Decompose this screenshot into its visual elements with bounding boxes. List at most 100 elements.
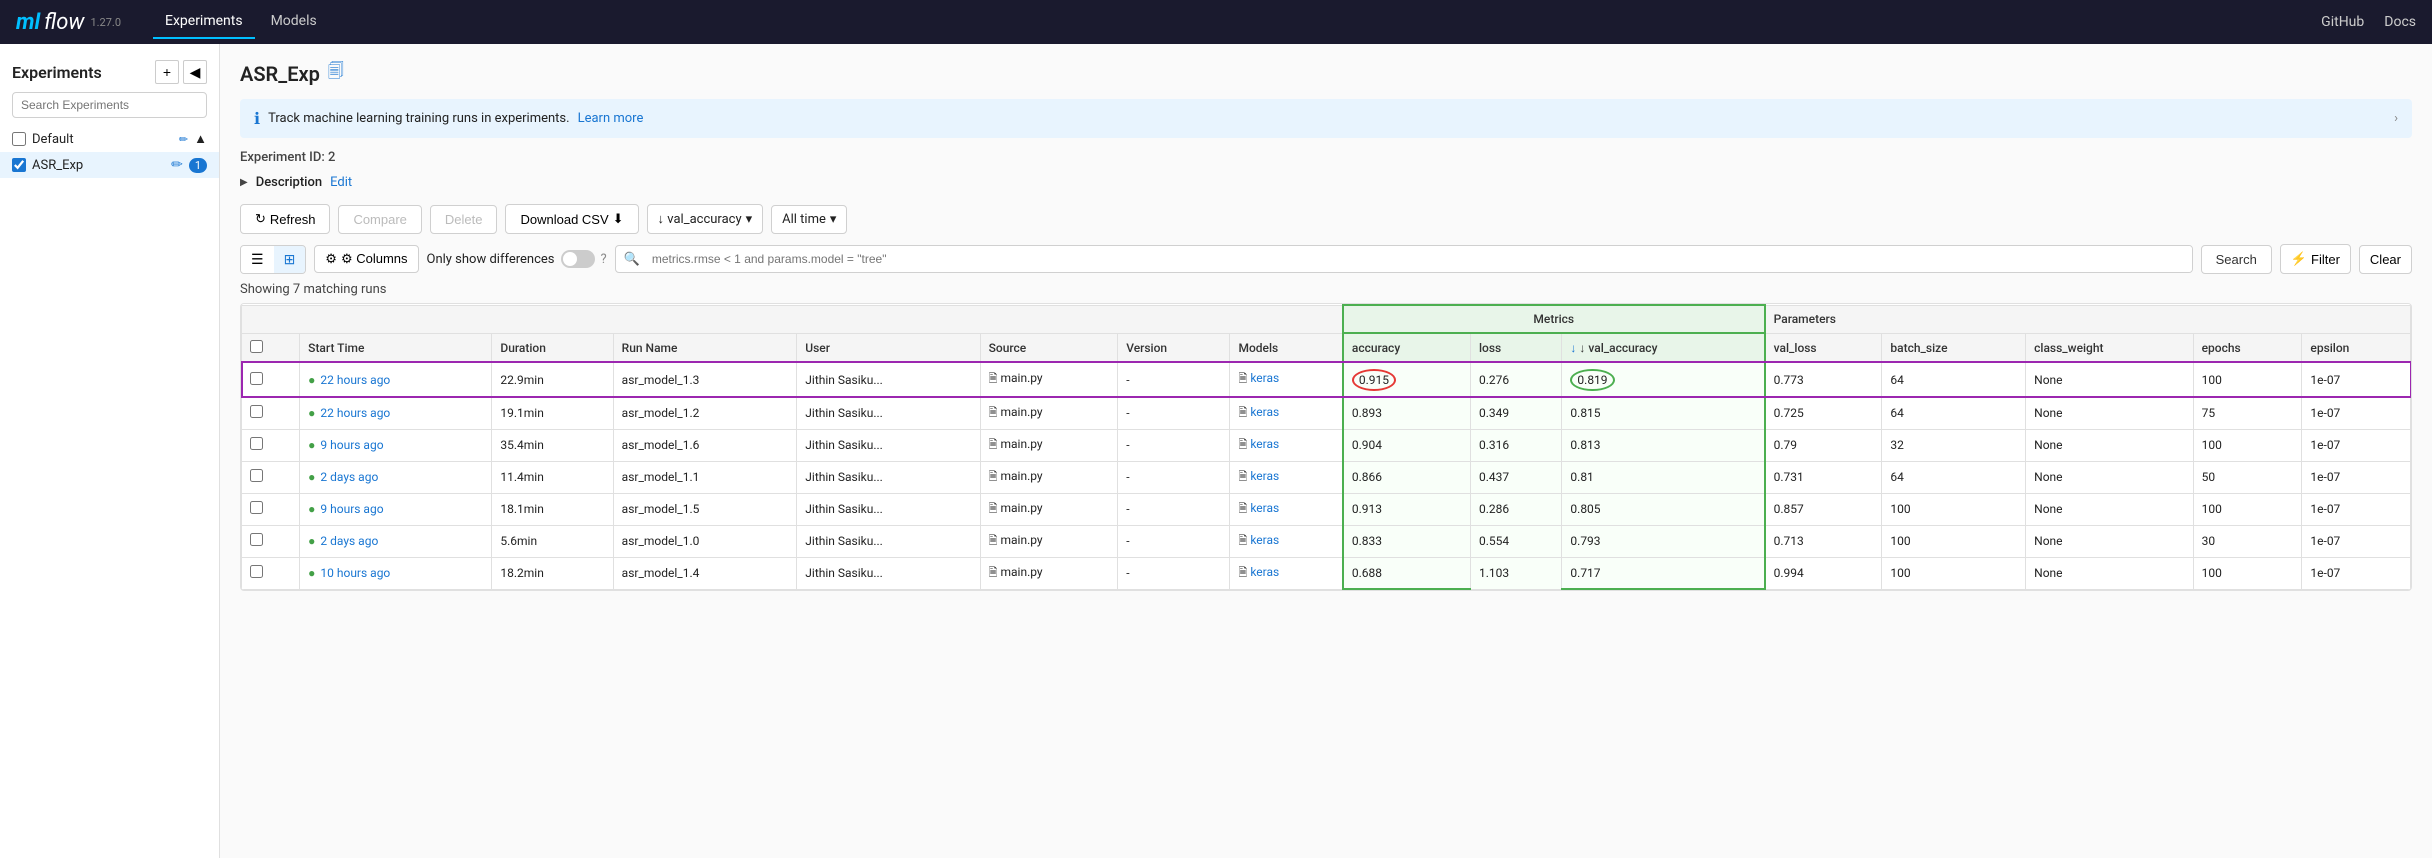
row-model[interactable]: 🗎 keras — [1230, 557, 1343, 589]
row-select-checkbox[interactable] — [250, 405, 263, 418]
default-edit-icon[interactable]: ✏ — [179, 133, 188, 146]
search-experiments-input[interactable] — [12, 92, 207, 118]
row-checkbox[interactable] — [242, 461, 300, 493]
row-model[interactable]: 🗎 keras — [1230, 397, 1343, 429]
table-row: ● 2 days ago 11.4min asr_model_1.1 Jithi… — [242, 461, 2411, 493]
row-checkbox[interactable] — [242, 557, 300, 589]
list-view-button[interactable]: ☰ — [241, 246, 274, 273]
row-model[interactable]: 🗎 keras — [1230, 461, 1343, 493]
select-all-checkbox[interactable] — [250, 340, 263, 353]
table-row: ● 22 hours ago 22.9min asr_model_1.3 Jit… — [242, 362, 2411, 397]
logo-flow: flow — [44, 10, 84, 35]
row-checkbox[interactable] — [242, 525, 300, 557]
row-loss: 1.103 — [1471, 557, 1562, 589]
row-checkbox[interactable] — [242, 397, 300, 429]
row-select-checkbox[interactable] — [250, 469, 263, 482]
row-start-time[interactable]: ● 22 hours ago — [300, 397, 492, 429]
row-start-time[interactable]: ● 9 hours ago — [300, 429, 492, 461]
row-batch-size: 64 — [1882, 362, 2026, 397]
banner-close-icon[interactable]: › — [2394, 111, 2398, 126]
row-loss: 0.276 — [1471, 362, 1562, 397]
add-experiment-button[interactable]: + — [155, 60, 179, 84]
copy-experiment-icon[interactable]: 🗐 — [328, 60, 344, 87]
row-user: Jithin Sasiku... — [797, 525, 980, 557]
columns-icon: ⚙ — [325, 251, 337, 267]
toolbar: ↻ Refresh Compare Delete Download CSV ⬇ … — [240, 204, 2412, 234]
row-start-time[interactable]: ● 10 hours ago — [300, 557, 492, 589]
row-model[interactable]: 🗎 keras — [1230, 493, 1343, 525]
learn-more-link[interactable]: Learn more — [578, 111, 644, 126]
row-select-checkbox[interactable] — [250, 565, 263, 578]
showing-count: Showing 7 matching runs — [240, 282, 2412, 297]
download-icon: ⬇ — [613, 211, 624, 227]
row-loss: 0.554 — [1471, 525, 1562, 557]
row-epochs: 100 — [2193, 362, 2302, 397]
row-batch-size: 100 — [1882, 493, 2026, 525]
row-epsilon: 1e-07 — [2302, 461, 2411, 493]
grid-view-button[interactable]: ⊞ — [274, 246, 306, 273]
row-checkbox[interactable] — [242, 429, 300, 461]
col-val-accuracy[interactable]: ↓ ↓ val_accuracy — [1562, 333, 1765, 362]
col-version: Version — [1118, 333, 1230, 362]
row-loss: 0.286 — [1471, 493, 1562, 525]
compare-label: Compare — [353, 212, 406, 227]
filter-button[interactable]: ⚡ Filter — [2280, 244, 2351, 274]
compare-button[interactable]: Compare — [338, 205, 421, 234]
row-start-time[interactable]: ● 2 days ago — [300, 461, 492, 493]
description-toggle[interactable]: ▶ — [240, 177, 248, 188]
row-start-time[interactable]: ● 2 days ago — [300, 525, 492, 557]
sort-by-chevron: ▾ — [746, 212, 753, 227]
row-run-name: asr_model_1.5 — [613, 493, 797, 525]
row-loss: 0.316 — [1471, 429, 1562, 461]
asr-exp-checkbox[interactable] — [12, 158, 26, 172]
search-button[interactable]: Search — [2201, 245, 2272, 274]
table-row: ● 9 hours ago 35.4min asr_model_1.6 Jith… — [242, 429, 2411, 461]
columns-button[interactable]: ⚙ ⚙ Columns — [314, 245, 418, 273]
nav-models[interactable]: Models — [259, 5, 329, 39]
row-checkbox[interactable] — [242, 362, 300, 397]
row-select-checkbox[interactable] — [250, 372, 263, 385]
row-epochs: 100 — [2193, 429, 2302, 461]
diff-toggle-switch[interactable] — [561, 250, 595, 268]
row-select-checkbox[interactable] — [250, 533, 263, 546]
row-select-checkbox[interactable] — [250, 501, 263, 514]
exp-id-value: 2 — [328, 150, 335, 165]
row-user: Jithin Sasiku... — [797, 429, 980, 461]
row-checkbox[interactable] — [242, 493, 300, 525]
docs-link[interactable]: Docs — [2384, 14, 2416, 30]
filter-search-input[interactable] — [648, 246, 2192, 272]
row-model[interactable]: 🗎 keras — [1230, 525, 1343, 557]
sort-by-select[interactable]: ↓ val_accuracy ▾ — [647, 204, 764, 234]
asr-exp-edit-icon[interactable]: ✏ — [171, 157, 183, 173]
help-icon[interactable]: ? — [601, 252, 607, 267]
row-start-time[interactable]: ● 22 hours ago — [300, 362, 492, 397]
row-model[interactable]: 🗎 keras — [1230, 429, 1343, 461]
row-select-checkbox[interactable] — [250, 437, 263, 450]
row-val-accuracy: 0.793 — [1562, 525, 1765, 557]
col-accuracy: accuracy — [1343, 333, 1471, 362]
time-filter-label: All time — [782, 212, 826, 227]
row-accuracy: 0.688 — [1343, 557, 1471, 589]
row-model[interactable]: 🗎 keras — [1230, 362, 1343, 397]
collapse-sidebar-button[interactable]: ◀ — [183, 60, 207, 84]
refresh-button[interactable]: ↻ Refresh — [240, 204, 330, 234]
github-link[interactable]: GitHub — [2321, 14, 2364, 30]
nav-experiments[interactable]: Experiments — [153, 5, 255, 39]
sidebar-item-default[interactable]: Default ✏ ▲ — [0, 126, 219, 152]
default-checkbox[interactable] — [12, 132, 26, 146]
clear-button[interactable]: Clear — [2359, 245, 2412, 274]
download-csv-button[interactable]: Download CSV ⬇ — [505, 204, 638, 234]
time-filter-chevron: ▾ — [830, 212, 837, 227]
delete-button[interactable]: Delete — [430, 205, 498, 234]
description-edit-link[interactable]: Edit — [330, 175, 352, 190]
sidebar-item-asr-exp[interactable]: ASR_Exp ✏ 1 — [0, 152, 219, 178]
row-start-time[interactable]: ● 9 hours ago — [300, 493, 492, 525]
row-run-name: asr_model_1.4 — [613, 557, 797, 589]
main-content: ASR_Exp 🗐 ℹ Track machine learning train… — [220, 44, 2432, 858]
time-filter-select[interactable]: All time ▾ — [771, 205, 847, 234]
row-user: Jithin Sasiku... — [797, 493, 980, 525]
nav-items: Experiments Models — [153, 5, 329, 39]
table-row: ● 9 hours ago 18.1min asr_model_1.5 Jith… — [242, 493, 2411, 525]
row-duration: 22.9min — [492, 362, 613, 397]
refresh-icon: ↻ — [255, 211, 266, 227]
